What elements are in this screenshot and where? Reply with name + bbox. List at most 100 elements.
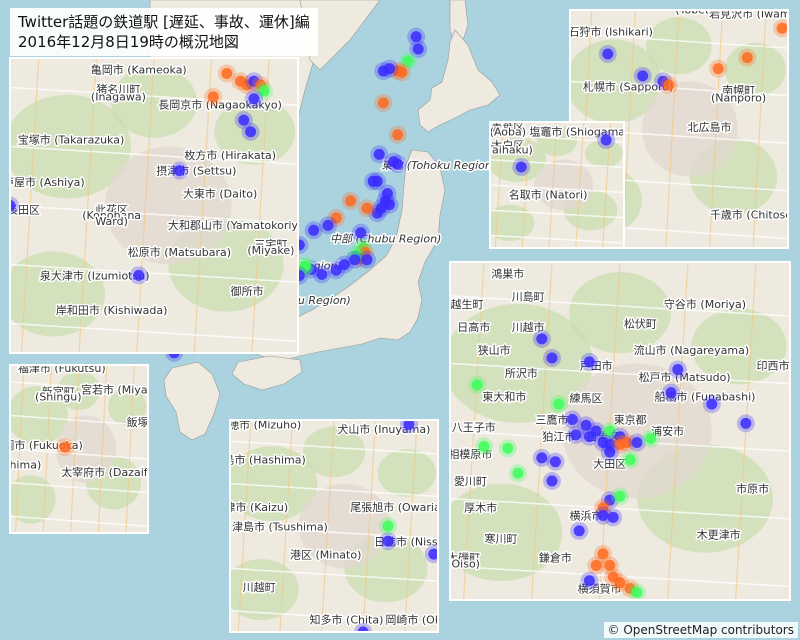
inset-sendai[interactable]: 青葉区(Aoba) 塩竈市 (Shiogama)太白区(Taihaku)名取市 (… (483, 120, 629, 249)
station-marker-orange[interactable] (663, 79, 675, 91)
station-marker-green[interactable] (624, 454, 636, 466)
place-label: Ward) (95, 215, 128, 228)
place-label: (Inagawa) (91, 91, 146, 104)
station-marker-blue[interactable] (665, 387, 677, 399)
map-attribution[interactable]: © OpenStreetMap contributors (603, 622, 798, 638)
place-label: 松原市 (Matsubara) (128, 245, 231, 259)
inset-kanto[interactable]: 鴻巣市川島町越生町 守谷市 (Moriya)松伏町日高市 川越市流山市 (Nagar… (440, 261, 791, 601)
station-marker-blue[interactable] (330, 264, 342, 276)
station-marker-orange[interactable] (207, 91, 219, 103)
station-marker-green[interactable] (512, 467, 524, 479)
place-label: 日高市 (457, 320, 490, 334)
place-label: 狭山市 (478, 343, 511, 357)
place-label: 太宰府市 (Dazaifu) (61, 465, 159, 479)
place-label: 八王子市 (452, 420, 496, 434)
station-marker-blue[interactable] (392, 158, 404, 170)
forest-area (646, 17, 712, 75)
place-label: (Miyake) (247, 244, 294, 257)
station-marker-blue[interactable] (600, 134, 612, 146)
place-label: 岸和田市 (Kishiwada) (56, 303, 168, 317)
station-marker-blue[interactable] (322, 219, 334, 231)
station-marker-green[interactable] (502, 442, 514, 454)
place-label: 枚方市 (Hirakata) (184, 148, 276, 162)
place-label: 鴻巣市 (491, 266, 524, 280)
station-marker-blue[interactable] (245, 126, 257, 138)
station-marker-blue[interactable] (573, 525, 585, 537)
station-marker-orange[interactable] (776, 22, 788, 34)
station-marker-blue[interactable] (546, 475, 558, 487)
place-label: 摂津市 (Settsu) (156, 163, 236, 177)
station-marker-orange[interactable] (741, 52, 753, 64)
forest-area (377, 449, 436, 497)
station-marker-green[interactable] (382, 520, 394, 532)
place-label: 石狩市 (Ishikari) (568, 25, 653, 39)
place-label: 練馬区 (570, 391, 603, 405)
place-label: 知多市 (Chita) (310, 612, 384, 626)
station-marker-orange[interactable] (392, 129, 404, 141)
place-label: (Oiso) (447, 557, 480, 570)
station-marker-green[interactable] (553, 398, 565, 410)
place-label: 港区 (Minato) (290, 548, 361, 561)
station-marker-blue[interactable] (637, 70, 649, 82)
place-label: 東京都 (614, 412, 647, 426)
place-label: 御所市 (231, 284, 264, 298)
station-marker-orange[interactable] (59, 441, 71, 453)
place-label: 川島町 (512, 289, 545, 303)
station-marker-blue[interactable] (602, 48, 614, 60)
station-marker-blue[interactable] (536, 333, 548, 345)
station-marker-blue[interactable] (308, 224, 320, 236)
place-label: 印西市 (757, 359, 790, 373)
inset-nagoya[interactable]: 瑞穂市 (Mizuho) 犬山市 (Inuyama)羽島市 (Hashima)海津… (212, 415, 474, 640)
station-marker-green[interactable] (471, 379, 483, 391)
place-label: 厚木市 (464, 501, 497, 515)
station-marker-blue[interactable] (515, 161, 527, 173)
station-marker-green[interactable] (631, 586, 643, 598)
station-marker-blue[interactable] (412, 43, 424, 55)
station-marker-orange[interactable] (221, 68, 233, 80)
station-marker-blue[interactable] (371, 175, 383, 187)
station-marker-blue[interactable] (536, 452, 548, 464)
station-marker-blue[interactable] (382, 535, 394, 547)
station-marker-orange[interactable] (377, 97, 389, 109)
station-marker-blue[interactable] (607, 511, 619, 523)
station-marker-green[interactable] (478, 440, 490, 452)
station-marker-orange[interactable] (590, 559, 602, 571)
station-marker-blue[interactable] (583, 575, 595, 587)
map-canvas[interactable]: 中部 (Chubu Region)中国 (Chugoku Region)四国 (… (0, 0, 800, 640)
station-marker-green[interactable] (645, 433, 657, 445)
urban-area (534, 159, 594, 211)
station-marker-blue[interactable] (133, 269, 145, 281)
place-label: 名取市 (Natori) (509, 188, 588, 202)
station-marker-blue[interactable] (549, 456, 561, 468)
station-marker-blue[interactable] (355, 227, 367, 239)
place-label: 宝塚市 (Takarazuka) (18, 132, 125, 146)
station-marker-blue[interactable] (570, 429, 582, 441)
station-marker-blue[interactable] (740, 417, 752, 429)
station-marker-blue[interactable] (546, 352, 558, 364)
place-label: 芦屋市 (Ashiya) (3, 175, 85, 189)
station-marker-blue[interactable] (672, 364, 684, 376)
station-marker-blue[interactable] (373, 148, 385, 160)
station-marker-blue[interactable] (384, 63, 395, 75)
station-marker-blue[interactable] (631, 437, 643, 449)
station-marker-orange[interactable] (345, 195, 357, 207)
station-marker-green[interactable] (614, 490, 626, 502)
place-label: 流山市 (Nagareyama) (634, 343, 750, 357)
station-marker-blue[interactable] (566, 413, 578, 425)
station-marker-blue[interactable] (583, 431, 595, 443)
station-marker-blue[interactable] (361, 254, 373, 266)
station-marker-orange[interactable] (361, 202, 373, 214)
map-title: Twitter話題の鉄道駅 [遅延、事故、運休]編 2016年12月8日19時の… (10, 8, 318, 56)
place-label: (Nanporo) (711, 92, 766, 105)
station-marker-blue[interactable] (248, 93, 260, 105)
inset-kansai[interactable]: 亀岡市 (Kameoka)猪名川町(Inagawa)長岡京市 (Nagaokak… (1, 57, 326, 354)
place-label: (Shingu) (35, 391, 82, 404)
station-marker-blue[interactable] (604, 446, 616, 458)
place-label: 川越町 (243, 580, 276, 594)
station-marker-blue[interactable] (173, 165, 185, 177)
place-label: 越生町 (451, 297, 484, 311)
station-marker-blue[interactable] (583, 356, 595, 368)
station-marker-blue[interactable] (706, 398, 718, 410)
place-label: 市原市 (736, 481, 769, 495)
station-marker-orange[interactable] (712, 63, 724, 75)
